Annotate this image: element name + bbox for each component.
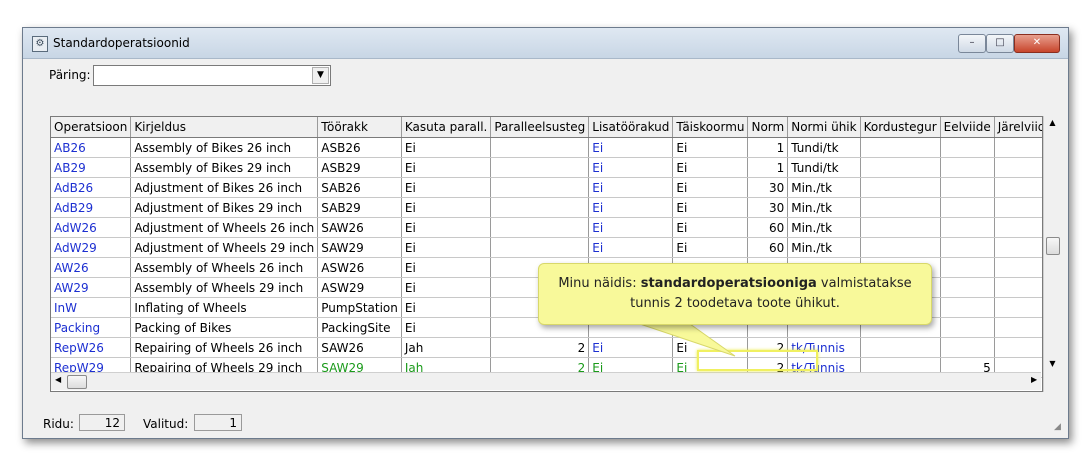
callout-bold: standardoperatsiooniga	[640, 276, 817, 291]
annotation-callout: Minu näidis: standardoperatsiooniga valm…	[538, 263, 932, 325]
callout-pointer	[639, 323, 736, 357]
callout-prefix: Minu näidis:	[558, 276, 641, 291]
